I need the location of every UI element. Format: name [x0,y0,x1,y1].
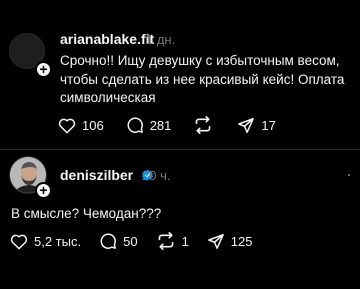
follow-plus-icon[interactable]: + [35,61,52,78]
follow-plus-icon[interactable]: + [35,182,52,199]
post-username[interactable]: deniszilber [60,167,154,183]
heart-icon [58,118,76,133]
comment-count: 50 [123,233,138,249]
post-actions: 106 281 17 [58,116,294,134]
post-text: Срочно!! Ищу девушку с избыточным весом,… [60,52,355,108]
post-time: 20 ч. [142,168,171,183]
share-count: 125 [230,233,253,249]
like-count: 5,2 тыс. [34,233,82,249]
repost-icon [158,232,173,250]
share-count: 17 [261,117,276,133]
post-text-line: чтобы сделать из нее красивый кейс! Опла… [60,71,345,87]
post-time: 1 дн. [146,32,176,47]
comment-icon [127,117,143,133]
like-button[interactable]: 106 [58,117,104,134]
like-button[interactable]: 5,2 тыс. [10,233,81,250]
more-icon[interactable]: · [346,164,353,185]
repost-icon [196,116,211,134]
post-deniszilber: + deniszilber 20 ч. · В смысле? Чемодан?… [0,150,360,289]
comment-button[interactable]: 50 [99,232,138,250]
share-icon [238,117,255,133]
repost-button[interactable]: 1 [156,232,189,250]
post-text: В смысле? Чемодан??? [11,206,162,221]
repost-count: 1 [181,233,189,249]
post-username-text: deniszilber [60,167,134,183]
post-username[interactable]: arianablake.fit [60,31,154,47]
comment-button[interactable]: 281 [126,116,172,134]
post-text-line: символическая [60,90,156,105]
share-icon [207,233,224,249]
post-text-line: Срочно!! Ищу девушку с избыточным весом, [60,53,340,68]
heart-icon [10,234,28,249]
share-button[interactable]: 17 [237,117,276,134]
like-count: 106 [82,117,104,133]
repost-button[interactable] [193,116,219,134]
post-arianablake: + arianablake.fit 1 дн. Срочно!! Ищу дев… [0,0,360,150]
comment-count: 281 [149,117,172,133]
comment-icon [100,233,116,249]
share-button[interactable]: 125 [207,233,253,250]
post-actions: 5,2 тыс. 50 1 125 [10,232,271,250]
